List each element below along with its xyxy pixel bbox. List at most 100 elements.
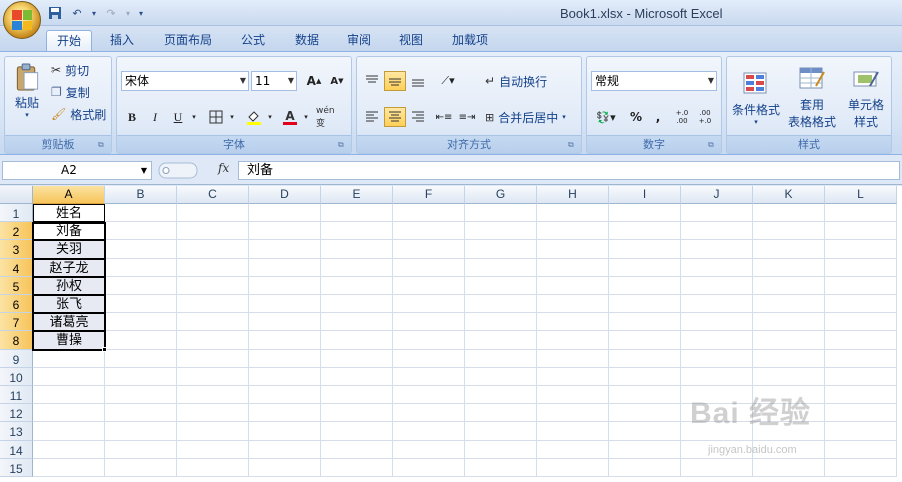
cell-d4[interactable]	[249, 258, 321, 277]
cell-a7[interactable]: 诸葛亮	[33, 313, 105, 332]
cell-i4[interactable]	[609, 258, 681, 277]
tab-home[interactable]: 开始	[46, 30, 93, 52]
cell-f6[interactable]	[393, 295, 465, 314]
font-name-select[interactable]: 宋体 ▼	[121, 71, 249, 91]
borders-dropdown-icon[interactable]: ▾	[227, 107, 237, 127]
cell-c8[interactable]	[177, 331, 249, 350]
italic-button[interactable]: I	[144, 107, 166, 127]
cell-i5[interactable]	[609, 276, 681, 295]
cell-c13[interactable]	[177, 422, 249, 441]
redo-dropdown-icon[interactable]: ▾	[124, 5, 132, 21]
cell-h3[interactable]	[537, 240, 609, 259]
cell-l3[interactable]	[825, 240, 897, 259]
cell-e13[interactable]	[321, 422, 393, 441]
cell-i3[interactable]	[609, 240, 681, 259]
comma-button[interactable]: ,	[647, 107, 669, 127]
cell-h13[interactable]	[537, 422, 609, 441]
tab-view[interactable]: 视图	[389, 30, 433, 52]
cell-c1[interactable]	[177, 204, 249, 223]
column-header-l[interactable]: L	[825, 186, 897, 204]
cell-j2[interactable]	[681, 222, 753, 241]
cell-c12[interactable]	[177, 404, 249, 423]
cell-a6[interactable]: 张飞	[33, 295, 105, 314]
cell-b6[interactable]	[105, 295, 177, 314]
cell-e4[interactable]	[321, 258, 393, 277]
column-header-g[interactable]: G	[465, 186, 537, 204]
cell-e11[interactable]	[321, 386, 393, 405]
column-header-e[interactable]: E	[321, 186, 393, 204]
cell-f14[interactable]	[393, 440, 465, 459]
cell-i14[interactable]	[609, 440, 681, 459]
column-header-b[interactable]: B	[105, 186, 177, 204]
cell-j4[interactable]	[681, 258, 753, 277]
cell-b5[interactable]	[105, 276, 177, 295]
cell-g1[interactable]	[465, 204, 537, 223]
cell-h7[interactable]	[537, 313, 609, 332]
fill-color-button[interactable]	[243, 107, 265, 127]
column-header-h[interactable]: H	[537, 186, 609, 204]
increase-decimal-button[interactable]: +.0 .00	[671, 107, 693, 127]
save-icon[interactable]	[46, 5, 64, 21]
cell-h11[interactable]	[537, 386, 609, 405]
align-right-button[interactable]	[407, 107, 429, 127]
tab-data[interactable]: 数据	[285, 30, 329, 52]
column-header-j[interactable]: J	[681, 186, 753, 204]
cell-l10[interactable]	[825, 367, 897, 386]
bold-button[interactable]: B	[121, 107, 143, 127]
cell-k9[interactable]	[753, 349, 825, 368]
underline-dropdown-icon[interactable]: ▾	[189, 107, 199, 127]
cell-a14[interactable]	[33, 440, 105, 459]
cell-b13[interactable]	[105, 422, 177, 441]
cell-d7[interactable]	[249, 313, 321, 332]
cell-l6[interactable]	[825, 295, 897, 314]
cell-g8[interactable]	[465, 331, 537, 350]
cell-a5[interactable]: 孙权	[33, 276, 105, 295]
decrease-indent-button[interactable]: ⇤≡	[433, 107, 455, 127]
cell-i6[interactable]	[609, 295, 681, 314]
copy-button[interactable]: ❐ 复制	[51, 83, 90, 101]
cell-e7[interactable]	[321, 313, 393, 332]
cell-k4[interactable]	[753, 258, 825, 277]
cell-i8[interactable]	[609, 331, 681, 350]
align-bottom-button[interactable]	[407, 71, 429, 91]
cell-i10[interactable]	[609, 367, 681, 386]
cell-a8[interactable]: 曹操	[33, 331, 105, 350]
cell-i1[interactable]	[609, 204, 681, 223]
cell-e3[interactable]	[321, 240, 393, 259]
cell-e9[interactable]	[321, 349, 393, 368]
merge-center-button[interactable]: ⊞ 合并后居中 ▾	[485, 107, 566, 127]
cell-e2[interactable]	[321, 222, 393, 241]
cell-g10[interactable]	[465, 367, 537, 386]
cell-f4[interactable]	[393, 258, 465, 277]
cell-e1[interactable]	[321, 204, 393, 223]
cell-l9[interactable]	[825, 349, 897, 368]
cell-a12[interactable]	[33, 404, 105, 423]
cell-f5[interactable]	[393, 276, 465, 295]
row-header-13[interactable]: 13	[0, 422, 33, 441]
cell-i15[interactable]	[609, 458, 681, 477]
cell-k3[interactable]	[753, 240, 825, 259]
cell-h4[interactable]	[537, 258, 609, 277]
cell-i2[interactable]	[609, 222, 681, 241]
row-header-11[interactable]: 11	[0, 386, 33, 405]
row-header-9[interactable]: 9	[0, 349, 33, 368]
underline-button[interactable]: U	[167, 107, 189, 127]
cell-k15[interactable]	[753, 458, 825, 477]
cell-k6[interactable]	[753, 295, 825, 314]
cell-k10[interactable]	[753, 367, 825, 386]
cell-e10[interactable]	[321, 367, 393, 386]
cell-g13[interactable]	[465, 422, 537, 441]
grow-font-button[interactable]: A ▲	[303, 71, 325, 91]
cell-e15[interactable]	[321, 458, 393, 477]
cell-g2[interactable]	[465, 222, 537, 241]
cell-d5[interactable]	[249, 276, 321, 295]
cell-f2[interactable]	[393, 222, 465, 241]
cell-b9[interactable]	[105, 349, 177, 368]
cell-d8[interactable]	[249, 331, 321, 350]
cell-d12[interactable]	[249, 404, 321, 423]
cell-h6[interactable]	[537, 295, 609, 314]
cell-a9[interactable]	[33, 349, 105, 368]
cell-f15[interactable]	[393, 458, 465, 477]
cell-g6[interactable]	[465, 295, 537, 314]
cell-h14[interactable]	[537, 440, 609, 459]
